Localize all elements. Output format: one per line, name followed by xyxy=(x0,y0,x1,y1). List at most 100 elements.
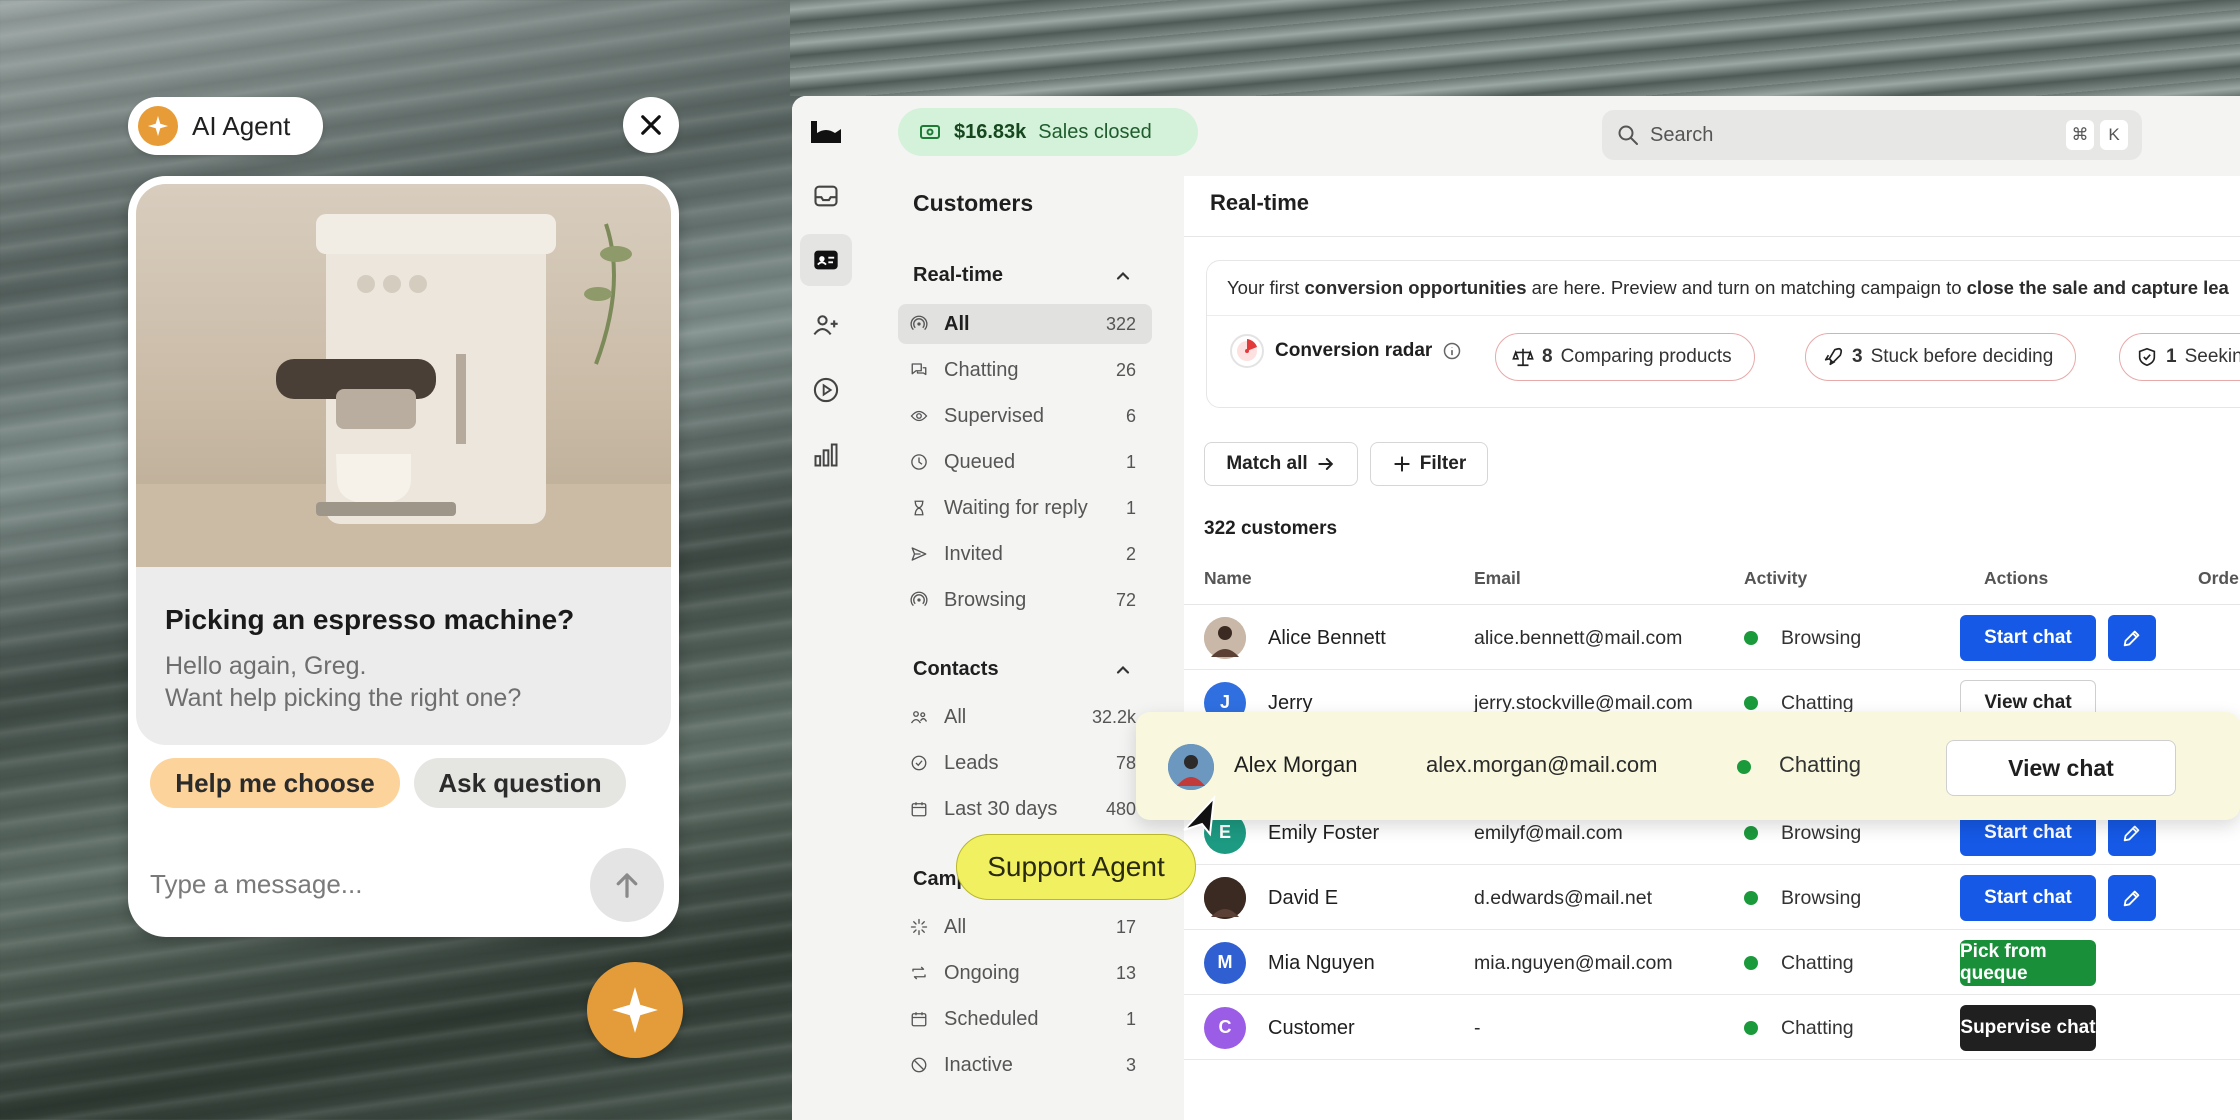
card-headline: Picking an espresso machine? xyxy=(165,604,575,635)
row-action-button[interactable]: Start chat xyxy=(1960,614,2096,661)
shortcut-cmd-key: ⌘ xyxy=(2066,120,2094,150)
nav-item-count: 1 xyxy=(1125,497,1136,518)
chat-icon xyxy=(911,363,927,376)
avatar xyxy=(1168,744,1214,790)
chevron-up-icon[interactable] xyxy=(1113,660,1133,680)
repeat-icon xyxy=(912,966,926,980)
nav-item-count: 322 xyxy=(1105,313,1136,334)
ask-question-button[interactable]: Ask question xyxy=(414,758,626,808)
main-panel: Real-time Your first conversion opportun… xyxy=(1184,176,2240,1120)
opportunity-count: 3 xyxy=(1852,346,1863,367)
nav-item-all[interactable]: All 32.2k xyxy=(898,697,1152,737)
nav-item-count: 78 xyxy=(1115,752,1136,773)
eye-icon xyxy=(910,410,928,422)
send-button[interactable] xyxy=(590,848,664,922)
divider xyxy=(1184,236,2240,237)
column-header-activity[interactable]: Activity xyxy=(1744,568,1807,589)
opportunity-comparing-products[interactable]: 8 Comparing products xyxy=(1495,333,1755,381)
rail-campaigns[interactable] xyxy=(800,364,852,416)
row-action-button[interactable]: Supervise chat xyxy=(1960,1004,2096,1051)
table-row[interactable]: David E d.edwards@mail.net Browsing Start c… xyxy=(1184,865,2240,930)
close-icon xyxy=(641,115,661,135)
nav-item-count: 2 xyxy=(1125,543,1136,564)
edit-button[interactable] xyxy=(2108,614,2156,661)
nav-item-last-30-days[interactable]: Last 30 days 480 xyxy=(898,789,1152,829)
nav-item-ongoing[interactable]: Ongoing 13 xyxy=(898,953,1152,993)
customer-name: Alex Morgan xyxy=(1234,752,1358,777)
product-card: Picking an espresso machine? Hello again… xyxy=(136,184,671,745)
customer-email: - xyxy=(1474,1016,1481,1039)
nav-item-all[interactable]: All 17 xyxy=(898,907,1152,947)
nav-item-count: 32.2k xyxy=(1091,706,1136,727)
banner-bold-1: conversion opportunities xyxy=(1304,277,1527,298)
conversion-radar: Conversion radar xyxy=(1229,333,1462,369)
nav-item-chatting[interactable]: Chatting 26 xyxy=(898,350,1152,390)
greeting-line-1: Hello again, Greg. xyxy=(165,652,367,680)
status-dot xyxy=(1744,630,1758,645)
section-contacts-heading[interactable]: Contacts xyxy=(913,658,999,681)
search-placeholder: Search xyxy=(1650,123,1714,146)
help-me-choose-button[interactable]: Help me choose xyxy=(150,758,400,808)
filter-button[interactable]: Filter xyxy=(1370,442,1488,486)
pencil-icon xyxy=(2123,630,2140,646)
view-chat-button[interactable]: View chat xyxy=(1946,740,2176,796)
nav-item-label: Queued xyxy=(944,450,1016,473)
ban-icon xyxy=(911,1057,927,1073)
message-input[interactable]: Type a message... xyxy=(150,869,362,900)
row-action-button[interactable]: Start chat xyxy=(1960,874,2096,921)
opportunity-seeking[interactable]: 1 Seeking xyxy=(2119,333,2240,381)
nav-item-all[interactable]: All 322 xyxy=(898,304,1152,344)
info-icon[interactable] xyxy=(1442,341,1462,361)
customer-activity: Chatting xyxy=(1781,951,1854,974)
banner-divider xyxy=(1207,315,2240,316)
app-logo[interactable] xyxy=(800,106,852,158)
table-row[interactable]: C Customer - Chatting Supervise chat xyxy=(1184,995,2240,1060)
table-row[interactable]: Alice Bennett alice.bennett@mail.com Brows… xyxy=(1184,605,2240,670)
nav-item-label: Chatting xyxy=(944,358,1019,381)
rail-reports[interactable] xyxy=(800,429,852,481)
match-all-button[interactable]: Match all xyxy=(1204,442,1358,486)
nav-item-invited[interactable]: Invited 2 xyxy=(898,534,1152,574)
nav-item-waiting-for-reply[interactable]: Waiting for reply 1 xyxy=(898,488,1152,528)
table-row[interactable]: M Mia Nguyen mia.nguyen@mail.com Chatting Pi… xyxy=(1184,930,2240,995)
nav-item-queued[interactable]: Queued 1 xyxy=(898,442,1152,482)
column-header-orders[interactable]: Orde xyxy=(2198,568,2239,589)
customer-activity: Chatting xyxy=(1781,1016,1854,1039)
ai-agent-launcher-button[interactable] xyxy=(587,962,683,1058)
main-title: Real-time xyxy=(1210,190,1310,215)
highlighted-customer-row[interactable]: Alex Morgan alex.morgan@mail.com Chattin… xyxy=(1136,712,2240,820)
column-header-email[interactable]: Email xyxy=(1474,568,1521,589)
search-input[interactable]: Search ⌘ K xyxy=(1602,110,2142,160)
opportunity-stuck-before-deciding[interactable]: 3 Stuck before deciding xyxy=(1805,333,2077,381)
section-realtime-heading[interactable]: Real-time xyxy=(913,264,1003,287)
search-icon xyxy=(1618,125,1638,145)
nav-item-leads[interactable]: Leads 78 xyxy=(898,743,1152,783)
column-header-name[interactable]: Name xyxy=(1204,568,1252,589)
people-icon xyxy=(910,711,928,724)
filter-label: Filter xyxy=(1419,453,1467,474)
rail-inbox[interactable] xyxy=(800,170,852,222)
chevron-up-icon[interactable] xyxy=(1113,266,1133,286)
customer-activity: Chatting xyxy=(1779,752,1861,777)
rail-team[interactable] xyxy=(800,299,852,351)
close-button[interactable] xyxy=(623,97,679,153)
banner-mid: are here. Preview and turn on matching c… xyxy=(1526,277,1967,298)
row-action-button[interactable]: Pick from queque xyxy=(1960,939,2096,986)
banner-pre: Your first xyxy=(1227,277,1305,298)
radar-icon xyxy=(1230,334,1264,368)
radar-label: Conversion radar xyxy=(1275,340,1433,361)
nav-item-supervised[interactable]: Supervised 6 xyxy=(898,396,1152,436)
background-texture-top xyxy=(790,0,2240,96)
pencil-icon xyxy=(2123,825,2140,841)
nav-item-scheduled[interactable]: Scheduled 1 xyxy=(898,999,1152,1039)
nav-item-count: 1 xyxy=(1125,451,1136,472)
edit-button[interactable] xyxy=(2108,874,2156,921)
mouse-cursor-icon xyxy=(1183,795,1216,837)
rail-customers[interactable] xyxy=(800,234,852,286)
nav-item-inactive[interactable]: Inactive 3 xyxy=(898,1045,1152,1085)
radar-icon xyxy=(910,591,928,607)
chat-card: Picking an espresso machine? Hello again… xyxy=(128,176,679,937)
nav-item-browsing[interactable]: Browsing 72 xyxy=(898,580,1152,620)
customer-email: emilyf@mail.com xyxy=(1474,821,1623,844)
sales-label: Sales closed xyxy=(1038,120,1152,143)
